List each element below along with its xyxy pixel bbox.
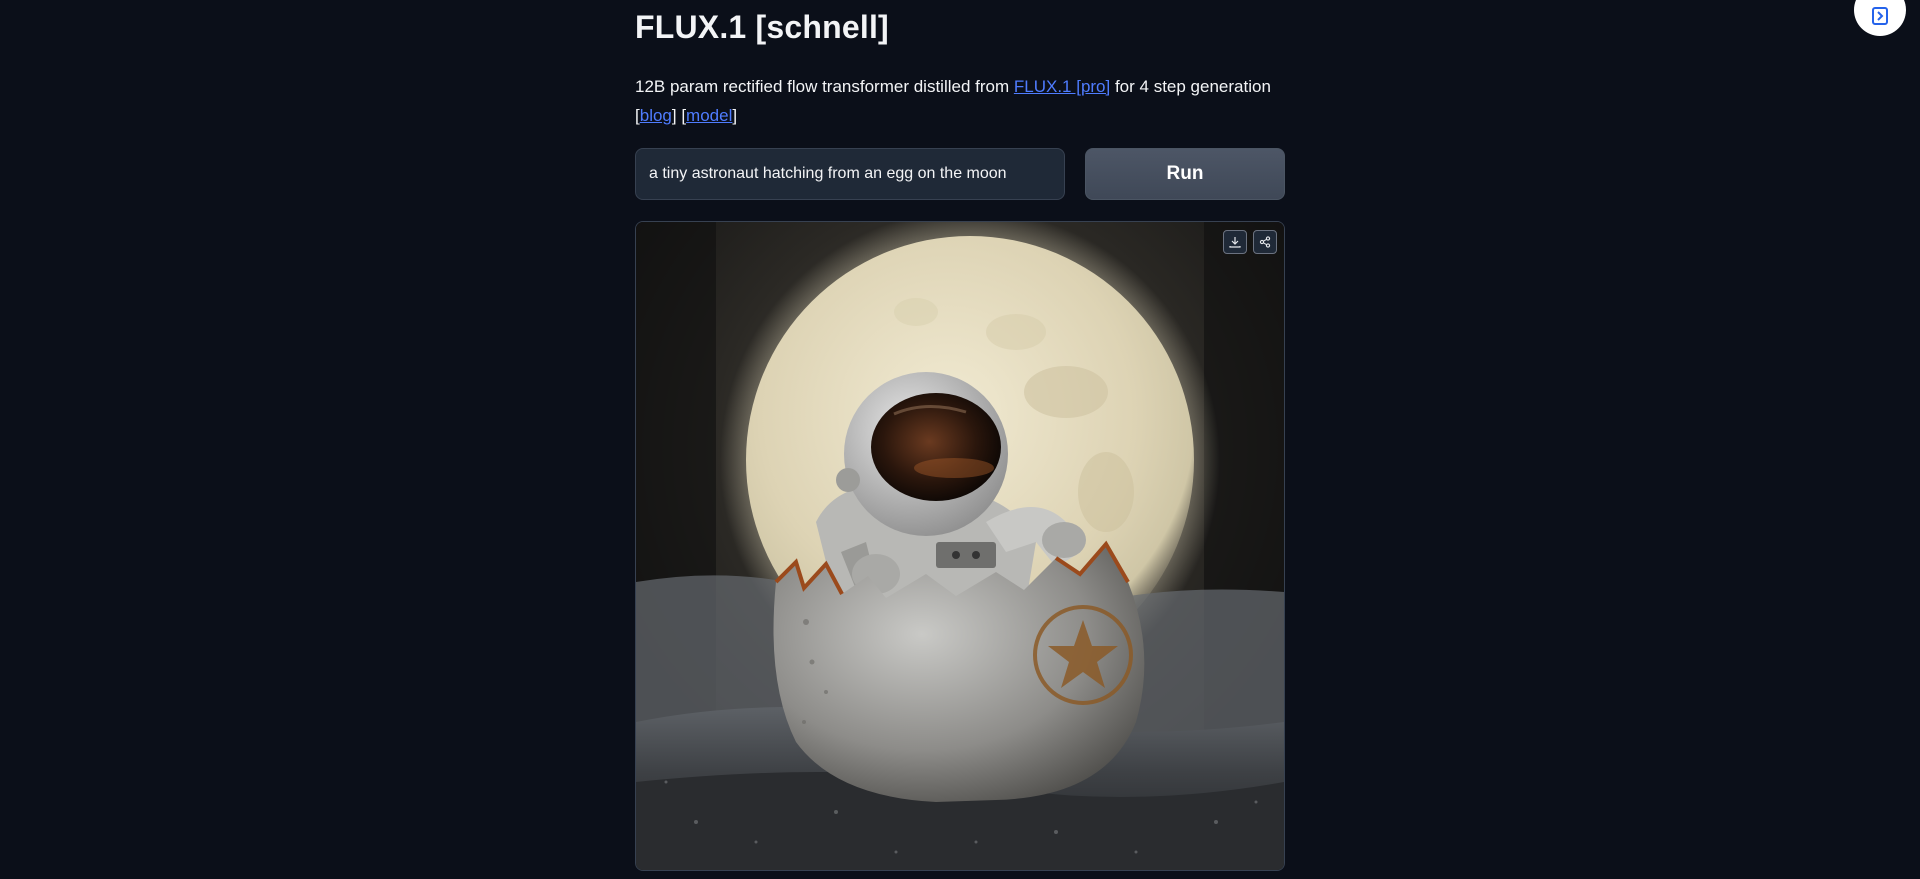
download-icon — [1229, 237, 1241, 248]
download-button[interactable] — [1223, 230, 1247, 254]
description: 12B param rectified flow transformer dis… — [635, 72, 1285, 130]
app-page: FLUX.1 [schnell] 12B param rectified flo… — [0, 0, 1920, 879]
bracket-close: ] — [732, 106, 738, 125]
model-link[interactable]: model — [686, 106, 732, 125]
prompt-input[interactable] — [635, 148, 1065, 200]
profile-badge[interactable] — [1854, 0, 1906, 36]
bracket-mid: ] [ — [671, 106, 687, 125]
bookmark-icon — [1872, 7, 1888, 25]
generated-image — [636, 222, 1284, 870]
description-suffix: for 4 step generation — [1110, 77, 1271, 96]
main-column: FLUX.1 [schnell] 12B param rectified flo… — [635, 0, 1285, 871]
prompt-row: Run — [635, 148, 1285, 200]
result-image-panel — [635, 221, 1285, 871]
share-icon — [1259, 236, 1271, 248]
image-toolbar — [1223, 230, 1277, 254]
run-button[interactable]: Run — [1085, 148, 1285, 200]
description-prefix: 12B param rectified flow transformer dis… — [635, 77, 1014, 96]
page-title: FLUX.1 [schnell] — [635, 9, 889, 45]
share-button[interactable] — [1253, 230, 1277, 254]
blog-link[interactable]: blog — [640, 106, 672, 125]
flux-pro-link[interactable]: FLUX.1 [pro] — [1014, 77, 1110, 96]
